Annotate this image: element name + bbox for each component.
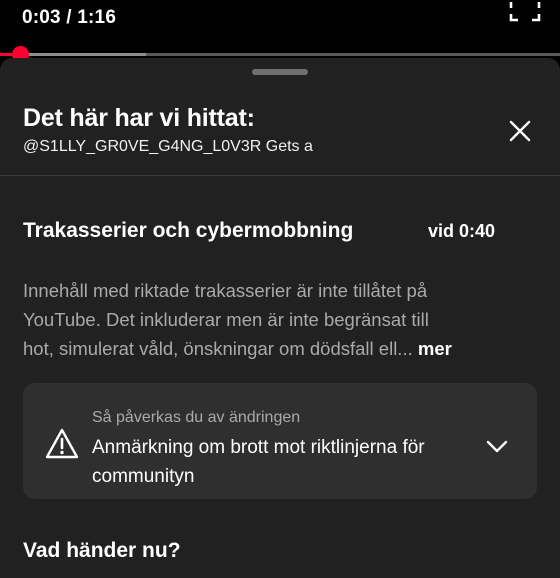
policy-bottom-sheet: Det här har vi hittat: @S1LLY_GR0VE_G4NG… <box>0 58 560 578</box>
description-line: hot, simulerat våld, önskningar om dödsf… <box>23 334 533 363</box>
policy-title: Trakasserier och cybermobbning <box>23 219 354 242</box>
impact-card[interactable]: Så påverkas du av ändringen Anmärkning o… <box>23 383 537 499</box>
impact-card-caption: Så påverkas du av ändringen <box>92 409 301 426</box>
policy-timestamp[interactable]: vid 0:40 <box>428 221 495 242</box>
sheet-title: Det här har vi hittat: <box>23 104 255 132</box>
impact-card-label: Anmärkning om brott mot riktlinjerna för… <box>92 437 425 487</box>
next-steps-heading: Vad händer nu? <box>23 539 181 562</box>
time-display: 0:03 / 1:16 <box>22 7 117 28</box>
video-player-bar: 0:03 / 1:16 <box>0 0 560 54</box>
drag-handle[interactable] <box>252 69 308 75</box>
divider <box>0 175 560 176</box>
policy-description: Innehåll med riktade trakasserier är int… <box>23 276 533 363</box>
description-line: Innehåll med riktade trakasserier är int… <box>23 280 428 301</box>
close-icon[interactable] <box>505 116 535 146</box>
fullscreen-icon[interactable] <box>509 2 541 22</box>
sheet-subtitle: @S1LLY_GR0VE_G4NG_L0V3R Gets a <box>23 138 313 155</box>
progress-bar[interactable] <box>0 46 560 63</box>
more-link[interactable]: mer <box>418 338 452 359</box>
chevron-down-icon[interactable] <box>485 436 509 456</box>
description-line-text: hot, simulerat våld, önskningar om dödsf… <box>23 338 413 359</box>
description-line: YouTube. Det inkluderar men är inte begr… <box>23 309 429 330</box>
warning-icon <box>45 428 79 459</box>
